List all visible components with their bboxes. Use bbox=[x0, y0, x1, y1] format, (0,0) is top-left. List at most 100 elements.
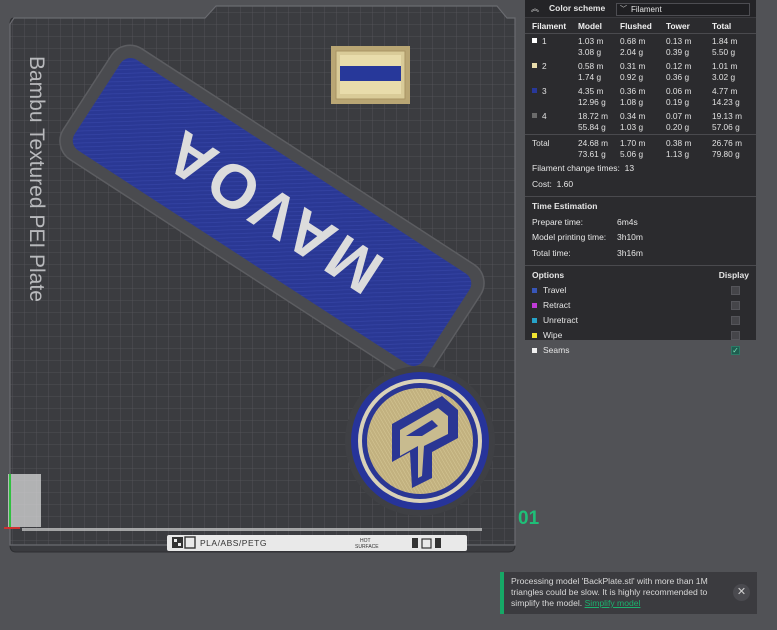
total-label: Total bbox=[525, 134, 578, 161]
option-color-swatch bbox=[532, 287, 537, 293]
model-cell-line-1: 0.58 m bbox=[578, 61, 604, 72]
flushed-cell-line-1: 0.68 m bbox=[620, 36, 646, 47]
option-label: Retract bbox=[543, 300, 571, 311]
option-label: Wipe bbox=[543, 330, 563, 341]
model-cell: 0.58 m 1.74 g bbox=[578, 59, 620, 84]
tower-cell-line-2: 0.36 g bbox=[666, 72, 690, 83]
model-cell: 18.72 m 55.84 g bbox=[578, 109, 620, 135]
total-cell-line-1: 1.84 m bbox=[712, 36, 738, 47]
option-row-wipe: Wipe bbox=[532, 330, 756, 341]
option-label: Seams bbox=[543, 345, 570, 356]
filament-change-value: 13 bbox=[624, 163, 635, 174]
filament-color-swatch bbox=[532, 38, 537, 44]
panel-header: ︽ Color scheme ﹀ Filament bbox=[525, 0, 756, 18]
option-row-travel: Travel bbox=[532, 285, 756, 296]
model-cell-line-2: 1.74 g bbox=[578, 72, 602, 83]
color-scheme-select[interactable]: ﹀ Filament bbox=[616, 3, 750, 16]
filament-color-swatch bbox=[532, 63, 537, 69]
total-tower-cell: 0.38 m 1.13 g bbox=[666, 134, 712, 161]
options-list: Travel Retract Unretract Wipe Seams ✓ bbox=[525, 285, 756, 356]
tower-cell-line-2: 0.19 g bbox=[666, 97, 690, 108]
option-row-unretract: Unretract bbox=[532, 315, 756, 326]
origin-axes bbox=[4, 474, 41, 529]
total-model-cell-line-1: 24.68 m bbox=[578, 138, 608, 149]
flushed-cell: 0.68 m 2.04 g bbox=[620, 34, 666, 60]
filament-id: 1 bbox=[542, 36, 547, 47]
plate-bar-filament-text: PLA/ABS/PETG bbox=[200, 538, 267, 548]
option-label: Unretract bbox=[543, 315, 578, 326]
model-cell-line-2: 3.08 g bbox=[578, 47, 602, 58]
flushed-cell-line-1: 0.36 m bbox=[620, 86, 646, 97]
flushed-cell: 0.36 m 1.08 g bbox=[620, 84, 666, 109]
simplify-model-link[interactable]: Simplify model bbox=[585, 598, 641, 608]
total-time-value: 3h16m bbox=[617, 247, 643, 258]
option-row-retract: Retract bbox=[532, 300, 756, 311]
col-header-flushed: Flushed bbox=[620, 20, 666, 35]
filament-id-cell: 1 bbox=[525, 34, 578, 60]
flag-model[interactable] bbox=[331, 46, 410, 104]
prepare-time-label: Prepare time: bbox=[532, 216, 584, 227]
printing-time-label: Model printing time: bbox=[532, 232, 607, 243]
printing-time-value: 3h10m bbox=[617, 232, 643, 243]
option-display-checkbox[interactable] bbox=[731, 300, 740, 310]
total-cell-line-1: 4.77 m bbox=[712, 86, 738, 97]
model-cell: 4.35 m 12.96 g bbox=[578, 84, 620, 109]
flushed-cell: 0.31 m 0.92 g bbox=[620, 59, 666, 84]
filament-id-cell: 2 bbox=[525, 59, 578, 84]
tower-cell-line-2: 0.20 g bbox=[666, 122, 690, 133]
display-label: Display bbox=[718, 270, 749, 281]
options-label: Options bbox=[532, 270, 565, 281]
flushed-cell-line-1: 0.31 m bbox=[620, 61, 646, 72]
model-cell-line-1: 1.03 m bbox=[578, 36, 604, 47]
total-cell-line-2: 57.06 g bbox=[712, 122, 740, 133]
option-label: Travel bbox=[543, 285, 567, 296]
model-cell-line-1: 18.72 m bbox=[578, 111, 608, 122]
plate-number-label[interactable]: 01 bbox=[518, 508, 539, 530]
color-scheme-label: Color scheme bbox=[549, 3, 606, 14]
tower-cell: 0.13 m 0.39 g bbox=[666, 34, 712, 60]
total-model-cell: 24.68 m 73.61 g bbox=[578, 134, 620, 161]
filament-row: 1 1.03 m 3.08 g 0.68 m 2.04 g 0.13 m 0.39 g 1.8… bbox=[525, 34, 756, 60]
tower-cell-line-1: 0.12 m bbox=[666, 61, 692, 72]
flushed-cell-line-2: 1.08 g bbox=[620, 97, 644, 108]
tower-cell: 0.06 m 0.19 g bbox=[666, 84, 712, 109]
option-display-checkbox[interactable] bbox=[731, 315, 740, 325]
col-header-filament: Filament bbox=[525, 20, 578, 35]
printing-time-row: Model printing time: 3h10m bbox=[532, 233, 756, 242]
option-color-swatch bbox=[532, 332, 537, 338]
close-icon[interactable]: ✕ bbox=[733, 584, 750, 601]
total-time-label: Total time: bbox=[532, 247, 571, 258]
chevron-down-icon: ﹀ bbox=[620, 6, 627, 13]
plate-name-label: Bambu Textured PEI Plate bbox=[25, 56, 48, 302]
option-color-swatch bbox=[532, 317, 537, 323]
filament-id-cell: 3 bbox=[525, 84, 578, 109]
option-display-checkbox[interactable] bbox=[731, 330, 740, 340]
cost-label: Cost: bbox=[532, 178, 552, 189]
option-display-checkbox[interactable] bbox=[731, 285, 740, 295]
logo-disc-model[interactable] bbox=[345, 366, 495, 516]
tower-cell-line-1: 0.07 m bbox=[666, 111, 692, 122]
model-cell-line-2: 12.96 g bbox=[578, 97, 606, 108]
total-flushed-cell: 1.70 m 5.06 g bbox=[620, 134, 666, 161]
filament-id: 3 bbox=[542, 86, 547, 97]
total-cell: 19.13 m 57.06 g bbox=[712, 109, 756, 135]
tower-cell-line-1: 0.13 m bbox=[666, 36, 692, 47]
collapse-icon[interactable]: ︽ bbox=[531, 4, 541, 13]
flushed-cell-line-2: 1.03 g bbox=[620, 122, 644, 133]
filament-color-swatch bbox=[532, 88, 537, 94]
filament-id-cell: 4 bbox=[525, 109, 578, 135]
filament-row: 2 0.58 m 1.74 g 0.31 m 0.92 g 0.12 m 0.36 g 1.0… bbox=[525, 59, 756, 84]
tower-cell-line-1: 0.06 m bbox=[666, 86, 692, 97]
filament-change-label: Filament change times: bbox=[532, 163, 620, 174]
option-display-checkbox[interactable]: ✓ bbox=[731, 345, 740, 355]
prepare-time-row: Prepare time: 6m4s bbox=[532, 218, 756, 227]
gcode-legend-panel: ︽ Color scheme ﹀ Filament Filament Model… bbox=[525, 0, 756, 355]
total-total-cell-line-1: 26.76 m bbox=[712, 138, 742, 149]
total-cell: 4.77 m 14.23 g bbox=[712, 84, 756, 109]
filament-row: 4 18.72 m 55.84 g 0.34 m 1.03 g 0.07 m 0.20 g1… bbox=[525, 109, 756, 135]
total-model-cell-line-2: 73.61 g bbox=[578, 149, 606, 160]
prepare-time-value: 6m4s bbox=[617, 216, 638, 227]
option-color-swatch bbox=[532, 302, 537, 308]
cost-line: Cost: 1.60 bbox=[532, 180, 756, 189]
filament-table: Filament Model Flushed Tower Total 1 1.03… bbox=[525, 20, 756, 161]
